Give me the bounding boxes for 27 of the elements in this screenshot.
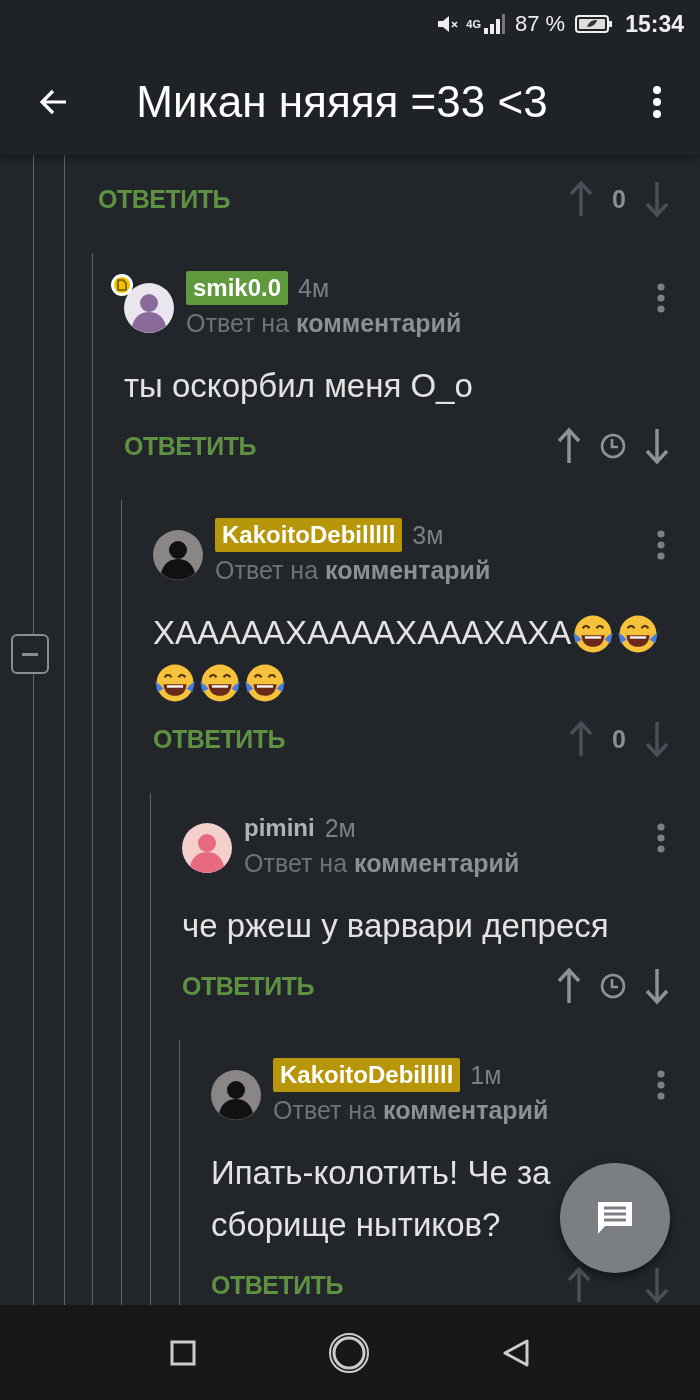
clock-time: 15:34 xyxy=(625,10,684,38)
battery-percent: 87 % xyxy=(515,11,566,37)
reply-button[interactable]: ОТВЕТИТЬ xyxy=(211,1270,343,1300)
page-title: Микан няяяя =33 <3 xyxy=(135,76,549,127)
comment-text: че ржеш у варвари депреся xyxy=(182,906,609,946)
username[interactable]: KakoitoDebilllll xyxy=(273,1058,461,1092)
timestamp: 1м xyxy=(470,1060,502,1090)
reply-to-label: Ответ на комментарий xyxy=(244,849,521,878)
timestamp: 3м xyxy=(412,520,444,550)
timestamp: 4м xyxy=(298,273,330,303)
username[interactable]: pimini xyxy=(244,811,315,845)
comment-text: Ипать-колотить! Че за сборище нытиков? xyxy=(211,1153,552,1245)
network-label: 4G xyxy=(466,18,481,30)
username[interactable]: KakoitoDebilllll xyxy=(215,518,403,552)
reply-to-label: Ответ на комментарий xyxy=(186,309,463,338)
comment-text: ты оскорбил меня О_о xyxy=(124,366,473,406)
reply-button[interactable]: ОТВЕТИТЬ xyxy=(153,724,285,754)
reply-button[interactable]: ОТВЕТИТЬ xyxy=(124,431,256,461)
rating-count: 0 xyxy=(612,724,626,754)
rating-count: 0 xyxy=(612,184,626,214)
reply-button[interactable]: ОТВЕТИТЬ xyxy=(98,184,230,214)
comment-text: ХАААААХААААХАААХАХА xyxy=(153,613,572,653)
reply-to-label: Ответ на комментарий xyxy=(273,1096,550,1125)
username[interactable]: smik0.0 xyxy=(186,271,289,305)
reply-button[interactable]: ОТВЕТИТЬ xyxy=(182,971,314,1001)
timestamp: 2м xyxy=(324,813,356,843)
reply-to-label: Ответ на комментарий xyxy=(215,556,492,585)
